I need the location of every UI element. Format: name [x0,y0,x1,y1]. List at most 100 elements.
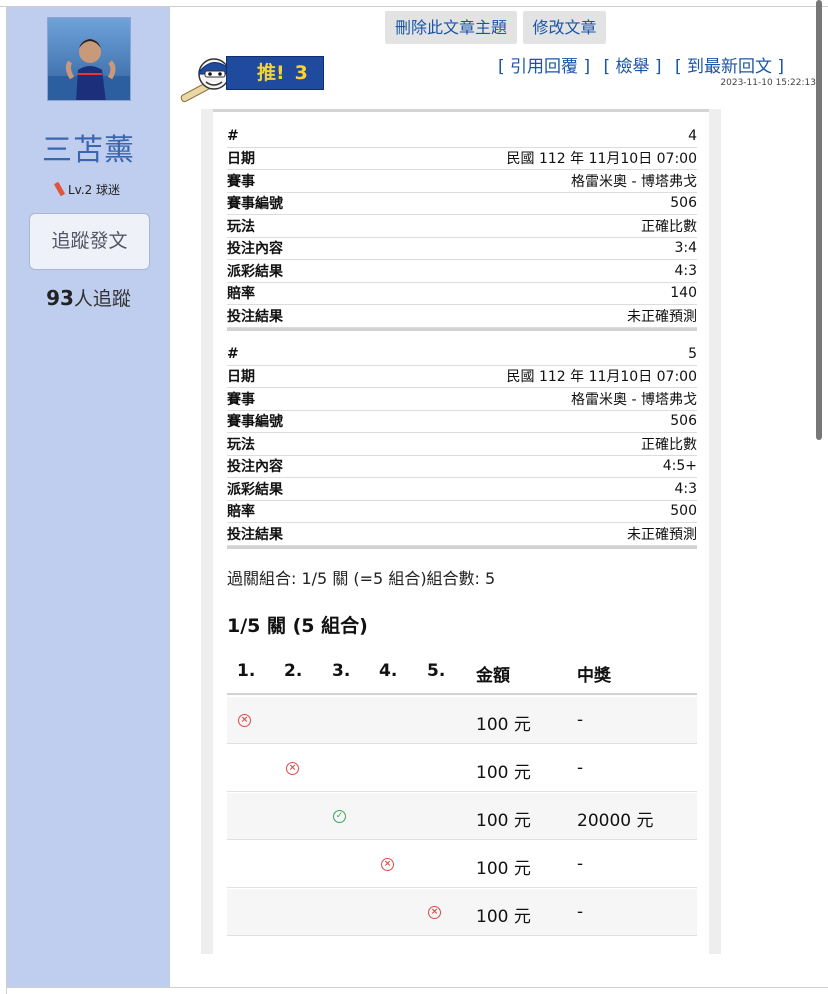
bet-field-label: 賠率 [227,504,255,521]
bet-field-value: 格雷米奧 - 博塔弗戈 [571,391,697,408]
forum-post-page: 三苫薰 Lv.2 球迷 追蹤發文 93人追蹤 刪除此文章主題 修改文章 推! 3 … [0,0,828,994]
bet-field-value: 4:3 [674,480,697,497]
bet-row: #4 [227,125,697,148]
bet-field-value: 140 [670,285,697,302]
avatar-image [48,18,130,100]
bet-field-label: 投注內容 [227,459,283,476]
bet-record-card: #4 日期 民國 112 年 11月10日 07:00 賽事 格雷米奧 - 博塔弗戈 賽事… [213,109,709,954]
combo-prize: - [577,758,584,778]
check-circle-icon: ✓ [333,810,346,823]
bet-row: 賽事編號 506 [227,193,697,215]
bet-field-label: # [227,127,239,144]
level-label: Lv.2 球迷 [67,183,121,197]
card-top-rule [213,109,709,112]
bet-row: 賠率 140 [227,283,697,305]
combo-table-header: 1. 2. 3. 4. 5. 金額 中獎 [227,651,697,695]
bet-field-label: 投注結果 [227,308,283,325]
push-counter: 推! 3 [226,56,324,90]
bet-field-label: 賠率 [227,286,255,303]
bet-field-value: 506 [670,195,697,212]
combo-prize: - [577,710,584,730]
bet-row: 投注結果 未正確預測 [227,523,697,546]
combo-row: × 100 元 - [227,697,697,744]
latest-reply-link[interactable]: [ 到最新回文 ] [675,57,784,77]
bet-row: 日期 民國 112 年 11月10日 07:00 [227,148,697,170]
bet-field-label: # [227,345,239,362]
bet-field-value: 正確比數 [641,436,697,453]
x-circle-icon: × [286,762,299,775]
bet-field-value: 4 [688,127,697,144]
x-circle-icon: × [428,906,441,919]
bet-field-label: 賽事 [227,391,255,408]
frame-bottom-border [6,987,828,988]
bet-row: 玩法 正確比數 [227,433,697,456]
bet-row: 派彩結果 4:3 [227,478,697,501]
bet-field-label: 日期 [227,369,255,386]
bet-field-label: 投注內容 [227,241,283,258]
combo-header-cell: 金額 [476,666,510,686]
combo-prize: 20000 元 [577,811,654,831]
bet-table-end-rule [227,327,697,331]
report-link[interactable]: [ 檢舉 ] [603,57,661,77]
bet-field-value: 未正確預測 [627,308,697,325]
combo-amount: 100 元 [476,811,531,831]
bet-row: 投注內容 3:4 [227,238,697,260]
bet-field-label: 派彩結果 [227,481,283,498]
bet-field-label: 賽事編號 [227,196,283,213]
combo-row: × 100 元 - [227,745,697,792]
bet-table-end-rule [227,545,697,549]
bet-row: 玩法 正確比數 [227,215,697,238]
bet-table-5: #5 日期 民國 112 年 11月10日 07:00 賽事 格雷米奧 - 博塔弗戈 賽事… [227,343,697,549]
bet-row: 賽事編號 506 [227,411,697,433]
bet-field-label: 日期 [227,151,255,168]
follower-number: 93 [46,286,74,310]
bet-field-label: 玩法 [227,218,255,235]
bet-field-value: 506 [670,413,697,430]
combo-header-cell: 3. [332,661,351,681]
x-circle-icon: × [381,858,394,871]
push-button[interactable]: 推! 3 [178,52,325,106]
bet-row: 賽事 格雷米奧 - 博塔弗戈 [227,388,697,411]
author-name[interactable]: 三苫薰 [7,125,170,169]
pencil-icon [53,181,66,197]
bet-field-value: 未正確預測 [627,526,697,543]
combo-row: × 100 元 - [227,889,697,936]
combo-header-cell: 2. [284,661,303,681]
bet-field-value: 500 [670,503,697,520]
x-circle-icon: × [238,714,251,727]
bet-row: 投注結果 未正確預測 [227,305,697,328]
bet-field-value: 民國 112 年 11月10日 07:00 [506,369,698,386]
quote-reply-link[interactable]: [ 引用回覆 ] [498,57,590,77]
combo-header-cell: 中獎 [577,666,611,686]
combo-header-cell: 5. [427,661,446,681]
bet-field-label: 賽事編號 [227,414,283,431]
parlay-summary: 過關組合: 1/5 關 (=5 組合)組合數: 5 [227,569,496,588]
edit-post-button[interactable]: 修改文章 [523,11,606,44]
avatar[interactable] [47,17,131,101]
bet-field-value: 5 [688,345,697,362]
author-level: Lv.2 球迷 [7,181,170,198]
bet-table-4: #4 日期 民國 112 年 11月10日 07:00 賽事 格雷米奧 - 博塔弗戈 賽事… [227,125,697,331]
combo-row: × 100 元 - [227,841,697,888]
combo-section-title: 1/5 關 (5 組合) [227,615,368,637]
combo-row: ✓ 100 元 20000 元 [227,793,697,840]
bet-row: 賽事 格雷米奧 - 博塔弗戈 [227,170,697,193]
bet-field-value: 4:5+ [662,458,697,475]
combo-amount: 100 元 [476,763,531,783]
combo-header-cell: 4. [379,661,398,681]
follow-posts-button[interactable]: 追蹤發文 [29,213,150,270]
bet-row: 日期 民國 112 年 11月10日 07:00 [227,366,698,388]
combo-prize: - [577,902,584,922]
delete-topic-button[interactable]: 刪除此文章主題 [385,11,517,44]
bet-field-value: 4:3 [674,262,697,279]
author-sidebar: 三苫薰 Lv.2 球迷 追蹤發文 93人追蹤 [7,7,170,987]
bet-field-label: 投注結果 [227,526,283,543]
push-count: 3 [294,62,308,84]
post-timestamp: 2023-11-10 15:22:13 [720,78,816,88]
bet-row: 賠率 500 [227,501,697,523]
bet-row: 派彩結果 4:3 [227,260,697,283]
bet-field-value: 格雷米奧 - 博塔弗戈 [571,173,697,190]
bet-field-value: 正確比數 [641,218,697,235]
bet-field-value: 3:4 [674,240,697,257]
combo-amount: 100 元 [476,859,531,879]
